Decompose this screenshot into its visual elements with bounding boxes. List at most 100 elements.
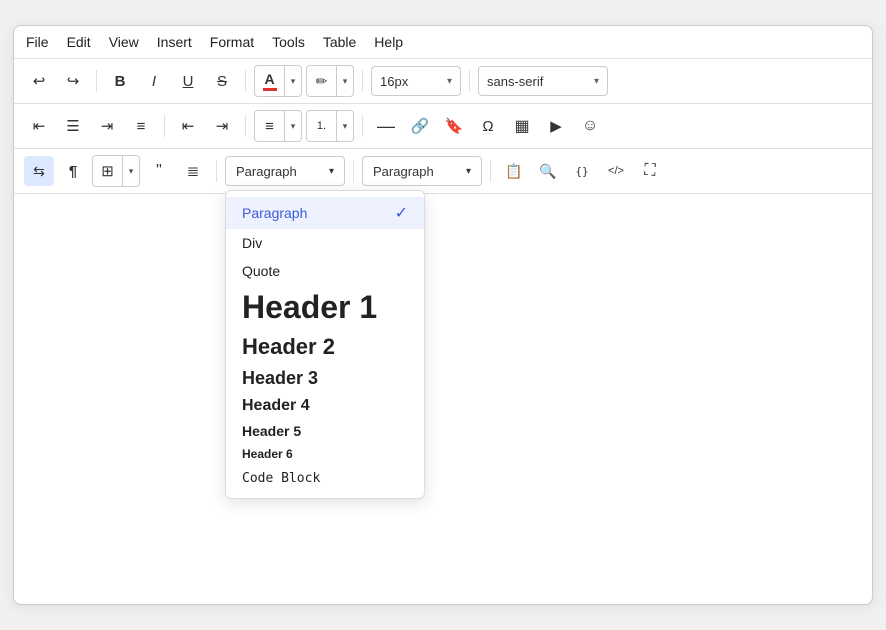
editor-container: File Edit View Insert Format Tools Table… <box>13 25 873 605</box>
menu-format[interactable]: Format <box>210 34 254 50</box>
blockquote-icon: " <box>156 162 162 180</box>
fullscreen-button[interactable]: ⛶ <box>635 156 665 186</box>
table-arrow[interactable]: ▾ <box>123 156 139 186</box>
strikethrough-icon <box>217 73 227 90</box>
align-left-button[interactable]: ⇤ <box>24 111 54 141</box>
fullscreen-icon: ⛶ <box>644 162 655 180</box>
outdent-button[interactable]: ⇤ <box>173 111 203 141</box>
font-color-button[interactable]: A <box>255 66 285 96</box>
paste-button[interactable]: 📋 <box>499 156 529 186</box>
separator5 <box>164 115 165 137</box>
menu-edit[interactable]: Edit <box>67 34 91 50</box>
align-left-icon: ⇤ <box>33 117 46 135</box>
menu-file[interactable]: File <box>26 34 49 50</box>
menu-insert[interactable]: Insert <box>157 34 192 50</box>
link-icon: 🔗 <box>411 117 430 135</box>
search-button[interactable]: 🔍 <box>533 156 563 186</box>
blockquote-button[interactable]: " <box>144 156 174 186</box>
paragraph-dropdown2[interactable]: Paragraph ▾ <box>362 156 482 186</box>
align-justify-button[interactable]: ≡ <box>126 111 156 141</box>
paragraph-trigger1[interactable]: Paragraph ▾ <box>225 156 345 186</box>
tokens-icon: {} <box>575 165 588 178</box>
font-family-arrow: ▾ <box>594 76 599 87</box>
special-char-button[interactable]: Ω <box>473 111 503 141</box>
align-center-icon: ☰ <box>66 117 79 135</box>
rtl-button[interactable]: ⇆ <box>24 156 54 186</box>
hr-button[interactable]: — <box>371 111 401 141</box>
separator1 <box>96 70 97 92</box>
paragraph-trigger2[interactable]: Paragraph ▾ <box>362 156 482 186</box>
link-button[interactable]: 🔗 <box>405 111 435 141</box>
ordered-list-button[interactable]: 1. <box>307 111 337 141</box>
font-color-icon: A <box>264 71 274 87</box>
separator3 <box>362 70 363 92</box>
bullet-list-button[interactable]: ≡ <box>255 111 285 141</box>
menu-view[interactable]: View <box>109 34 139 50</box>
dropdown-item-quote-label: Quote <box>242 263 280 279</box>
dropdown-item-h3[interactable]: Header 3 <box>226 364 424 393</box>
dropdown-item-h1[interactable]: Header 1 <box>226 285 424 330</box>
strikethrough-button[interactable] <box>207 66 237 96</box>
font-family-select[interactable]: sans-serif ▾ <box>478 66 608 96</box>
video-icon: ▶ <box>550 117 562 135</box>
menu-bar: File Edit View Insert Format Tools Table… <box>14 26 872 59</box>
dropdown-item-quote[interactable]: Quote <box>226 257 424 285</box>
redo-icon <box>67 72 80 90</box>
emoji-button[interactable]: ☺ <box>575 111 605 141</box>
paragraph-dropdown1-menu: Paragraph ✓ Div Quote Header 1 Header 2 … <box>225 190 425 499</box>
code-view-button[interactable]: </> <box>601 156 631 186</box>
dropdown-item-h6[interactable]: Header 6 <box>226 443 424 465</box>
paragraph-dropdown1[interactable]: Paragraph ▾ Paragraph ✓ Div Quote Header… <box>225 156 345 186</box>
italic-button[interactable] <box>139 66 169 96</box>
font-family-value: sans-serif <box>487 74 543 89</box>
dropdown-item-h5[interactable]: Header 5 <box>226 419 424 443</box>
separator7 <box>362 115 363 137</box>
dropdown-item-h5-label: Header 5 <box>242 423 301 439</box>
anchor-button[interactable]: 🔖 <box>439 111 469 141</box>
show-blocks-button[interactable]: ¶ <box>58 156 88 186</box>
separator4 <box>469 70 470 92</box>
bullet-list-icon: ≡ <box>265 118 274 135</box>
anchor-icon: 🔖 <box>445 117 464 135</box>
omega-icon: Ω <box>482 118 493 135</box>
align-center-button[interactable]: ☰ <box>58 111 88 141</box>
menu-help[interactable]: Help <box>374 34 403 50</box>
ordered-list-arrow[interactable]: ▾ <box>337 111 353 141</box>
list-style-button[interactable]: ≣ <box>178 156 208 186</box>
font-size-select[interactable]: 16px ▾ <box>371 66 461 96</box>
redo-button[interactable] <box>58 66 88 96</box>
underline-button[interactable] <box>173 66 203 96</box>
highlight-button[interactable]: ✏ <box>307 66 337 96</box>
bullet-list-arrow[interactable]: ▾ <box>285 111 301 141</box>
code-view-icon: </> <box>608 165 624 177</box>
table-group: ⊞ ▾ <box>92 155 140 187</box>
dropdown-item-h2[interactable]: Header 2 <box>226 330 424 364</box>
undo-button[interactable] <box>24 66 54 96</box>
image-button[interactable]: ▦ <box>507 111 537 141</box>
font-size-arrow: ▾ <box>447 76 452 87</box>
tokens-button[interactable]: {} <box>567 156 597 186</box>
dropdown-item-h4[interactable]: Header 4 <box>226 393 424 419</box>
paragraph-trigger2-label: Paragraph <box>373 164 434 179</box>
menu-table[interactable]: Table <box>323 34 356 50</box>
paste-icon: 📋 <box>505 163 522 180</box>
highlight-arrow[interactable]: ▾ <box>337 66 353 96</box>
search-icon: 🔍 <box>539 163 556 180</box>
bold-button[interactable] <box>105 66 135 96</box>
table-button[interactable]: ⊞ <box>93 156 123 186</box>
hr-icon: — <box>377 116 395 137</box>
font-color-arrow[interactable]: ▾ <box>285 66 301 96</box>
dropdown-item-div[interactable]: Div <box>226 229 424 257</box>
editor-content[interactable] <box>14 194 872 494</box>
indent-button[interactable]: ⇥ <box>207 111 237 141</box>
dropdown-item-paragraph[interactable]: Paragraph ✓ <box>226 197 424 229</box>
highlight-group: ✏ ▾ <box>306 65 354 97</box>
paragraph-dropdown2-arrow: ▾ <box>466 166 471 177</box>
video-button[interactable]: ▶ <box>541 111 571 141</box>
toolbar-row3: ⇆ ¶ ⊞ ▾ " ≣ Paragraph ▾ Paragraph ✓ Div <box>14 149 872 194</box>
align-right-button[interactable]: ⇥ <box>92 111 122 141</box>
bold-icon <box>115 73 126 90</box>
menu-tools[interactable]: Tools <box>272 34 305 50</box>
dropdown-item-codeblock[interactable]: Code Block <box>226 465 424 492</box>
align-right-icon: ⇥ <box>101 117 114 135</box>
